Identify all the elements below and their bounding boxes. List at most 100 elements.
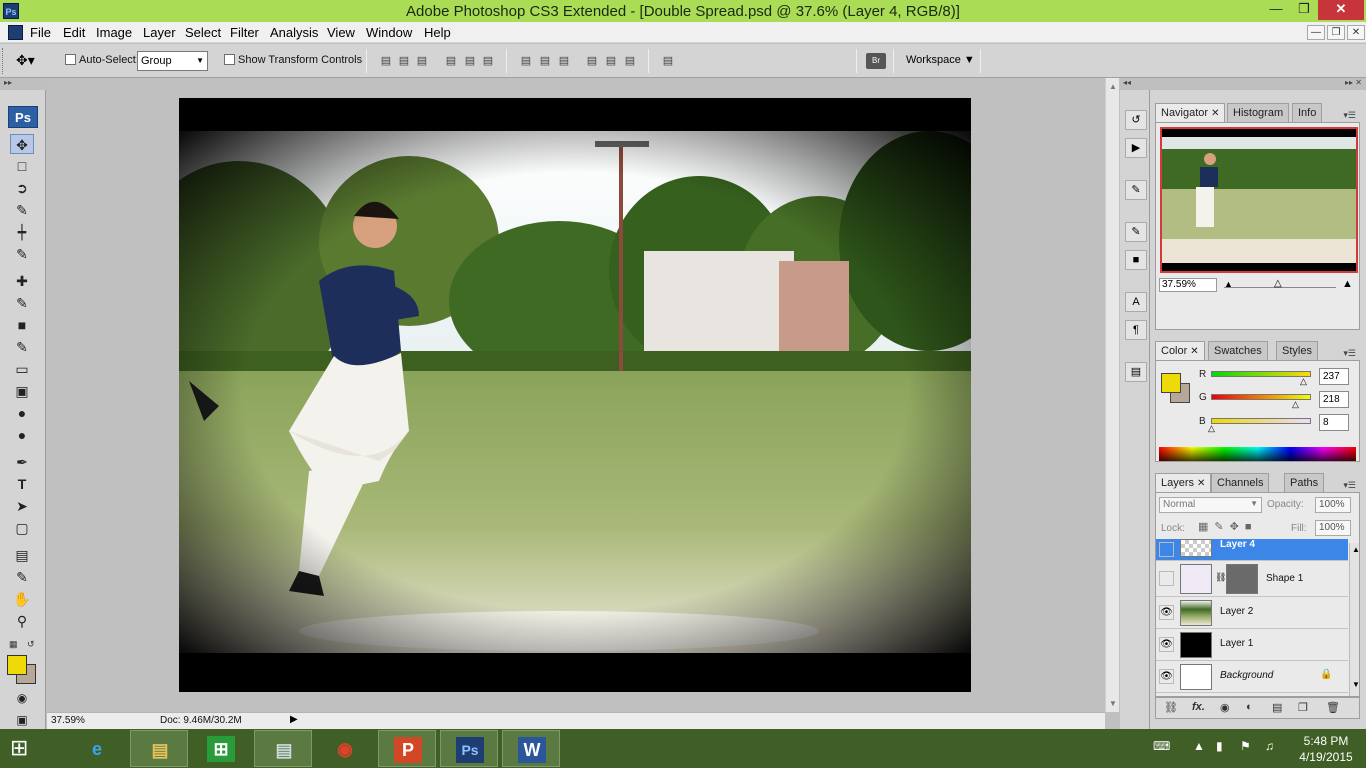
auto-select-dropdown[interactable]: Group ▼ xyxy=(137,51,208,71)
auto-select-checkbox[interactable] xyxy=(65,54,76,65)
quick-mask-icon[interactable]: ◉ xyxy=(10,688,34,708)
tab-paths[interactable]: Paths xyxy=(1284,473,1325,492)
fill-input[interactable]: 100% xyxy=(1315,520,1351,536)
link-icon[interactable]: ⛓ xyxy=(1164,701,1178,714)
history-brush-tool-icon[interactable]: ✎ xyxy=(10,337,34,357)
menu-image[interactable]: Image xyxy=(96,25,132,40)
document-icon[interactable] xyxy=(8,25,23,40)
visibility-toggle[interactable] xyxy=(1159,571,1174,586)
screen-mode-icon[interactable]: ▣ xyxy=(10,710,34,730)
crop-tool-icon[interactable]: ┿ xyxy=(10,222,34,242)
blur-tool-icon[interactable]: ● xyxy=(10,403,34,423)
navigator-thumbnail[interactable] xyxy=(1160,127,1358,273)
action-center-icon[interactable]: ⚑ xyxy=(1240,739,1251,753)
close-icon[interactable]: ✕ xyxy=(1197,478,1205,489)
quick-selection-tool-icon[interactable]: ✎ xyxy=(10,200,34,220)
distribute-vcenter-icon[interactable]: ▤ xyxy=(537,54,553,68)
dodge-tool-icon[interactable]: ● xyxy=(10,425,34,445)
slider-handle-icon[interactable]: △ xyxy=(1274,278,1282,289)
history-panel-icon[interactable]: ↺ xyxy=(1125,110,1147,130)
layers-scrollbar[interactable]: ▲ ▼ xyxy=(1349,543,1359,696)
tab-layers[interactable]: Layers ✕ xyxy=(1155,473,1212,492)
move-tool-icon[interactable]: ✥ xyxy=(10,134,34,154)
distribute-bottom-icon[interactable]: ▤ xyxy=(556,54,572,68)
dock-collapse[interactable]: ◂◂ xyxy=(1120,78,1150,90)
eyedropper-tool-icon[interactable]: ✎ xyxy=(10,567,34,587)
maximize-button[interactable]: ❐ xyxy=(1290,0,1318,20)
opacity-input[interactable]: 100% xyxy=(1315,497,1351,513)
align-hcenter-icon[interactable]: ▤ xyxy=(462,54,478,68)
scroll-down-icon[interactable]: ▼ xyxy=(1352,680,1359,689)
menu-filter[interactable]: Filter xyxy=(230,25,259,40)
photoshop-icon[interactable]: Ps xyxy=(440,730,498,767)
volume-icon[interactable]: ♫ xyxy=(1265,739,1274,753)
layer-row-background[interactable]: 👁 Background 🔒 xyxy=(1156,661,1348,693)
canvas-horizontal-scrollbar[interactable] xyxy=(349,713,1099,729)
store-icon[interactable]: ⊞ xyxy=(192,730,250,767)
workspace-menu[interactable]: Workspace ▼ xyxy=(906,54,975,66)
actions-panel-icon[interactable]: ▶ xyxy=(1125,138,1147,158)
chrome-icon[interactable]: ◉ xyxy=(316,730,374,767)
word-icon[interactable]: W xyxy=(502,730,560,767)
slice-tool-icon[interactable]: ✎ xyxy=(10,244,34,264)
status-zoom[interactable]: 37.59% xyxy=(51,715,85,726)
align-top-icon[interactable]: ▤ xyxy=(378,54,394,68)
notes-tool-icon[interactable]: ▤ xyxy=(10,545,34,565)
minimize-button[interactable]: — xyxy=(1262,0,1290,20)
document-canvas[interactable] xyxy=(179,98,971,692)
tab-channels[interactable]: Channels xyxy=(1211,473,1270,492)
scroll-up-icon[interactable]: ▲ xyxy=(1352,545,1359,554)
tab-swatches[interactable]: Swatches xyxy=(1208,341,1268,360)
channel-r-input[interactable]: 237 xyxy=(1319,368,1349,385)
windows-start-icon[interactable]: ⊞ xyxy=(10,737,38,761)
tab-histogram[interactable]: Histogram xyxy=(1227,103,1290,122)
remote-desktop-icon[interactable]: ▤ xyxy=(254,730,312,767)
pen-tool-icon[interactable]: ✒ xyxy=(10,452,34,472)
slider-handle-icon[interactable]: △ xyxy=(1208,423,1215,434)
navigator-menu-icon[interactable]: ▾☰ xyxy=(1343,110,1356,121)
keyboard-icon[interactable]: ⌨ xyxy=(1153,739,1170,753)
distribute-hcenter-icon[interactable]: ▤ xyxy=(603,54,619,68)
navigator-zoom-input[interactable]: 37.59% xyxy=(1159,278,1217,292)
internet-explorer-icon[interactable]: e xyxy=(68,730,126,767)
bridge-button[interactable]: Br xyxy=(866,53,886,69)
swap-colors-icon[interactable]: ↺ xyxy=(27,639,35,650)
menu-layer[interactable]: Layer xyxy=(143,25,176,40)
distribute-right-icon[interactable]: ▤ xyxy=(622,54,638,68)
eye-icon[interactable]: 👁 xyxy=(1159,669,1174,684)
doc-close-button[interactable]: ✕ xyxy=(1347,25,1365,40)
clock[interactable]: 5:48 PM 4/19/2015 xyxy=(1296,733,1356,765)
character-panel-icon[interactable]: A xyxy=(1125,292,1147,312)
tab-info[interactable]: Info xyxy=(1292,103,1323,122)
menu-select[interactable]: Select xyxy=(185,25,221,40)
menu-window[interactable]: Window xyxy=(366,25,412,40)
tab-navigator[interactable]: Navigator ✕ xyxy=(1155,103,1226,122)
tab-color[interactable]: Color ✕ xyxy=(1155,341,1205,360)
close-icon[interactable]: ✕ xyxy=(1190,346,1198,357)
file-explorer-icon[interactable]: ▤ xyxy=(130,730,188,767)
foreground-color-swatch[interactable] xyxy=(7,655,27,675)
channel-b-input[interactable]: 8 xyxy=(1319,414,1349,431)
adjustment-icon[interactable]: ◐ xyxy=(1246,701,1253,713)
slider-handle-icon[interactable]: △ xyxy=(1292,399,1299,410)
show-hidden-icons-icon[interactable]: ▲ xyxy=(1193,739,1205,753)
layer-row-shape-1[interactable]: ⛓ Shape 1 xyxy=(1156,561,1348,597)
eraser-tool-icon[interactable]: ▭ xyxy=(10,359,34,379)
close-icon[interactable]: ✕ xyxy=(1211,108,1219,119)
distribute-left-icon[interactable]: ▤ xyxy=(584,54,600,68)
brushes-panel-icon[interactable]: ✎ xyxy=(1125,222,1147,242)
scroll-up-icon[interactable]: ▲ xyxy=(1109,82,1117,91)
eye-icon[interactable]: 👁 xyxy=(1159,637,1174,652)
color-foreground-swatch[interactable] xyxy=(1161,373,1181,393)
healing-brush-tool-icon[interactable]: ✚ xyxy=(10,271,34,291)
eye-icon[interactable]: 👁 xyxy=(1159,605,1174,620)
align-vcenter-icon[interactable]: ▤ xyxy=(396,54,412,68)
shape-tool-icon[interactable]: ▢ xyxy=(10,518,34,538)
auto-align-icon[interactable]: ▤ xyxy=(660,54,676,68)
slider-handle-icon[interactable]: △ xyxy=(1300,376,1307,387)
new-layer-icon[interactable]: ❐ xyxy=(1298,701,1308,714)
type-tool-icon[interactable]: T xyxy=(10,474,34,494)
menu-edit[interactable]: Edit xyxy=(63,25,85,40)
blend-mode-dropdown[interactable]: Normal ▼ xyxy=(1159,497,1262,513)
panels-collapse-icon[interactable]: ▸▸ ✕ xyxy=(1345,78,1362,87)
